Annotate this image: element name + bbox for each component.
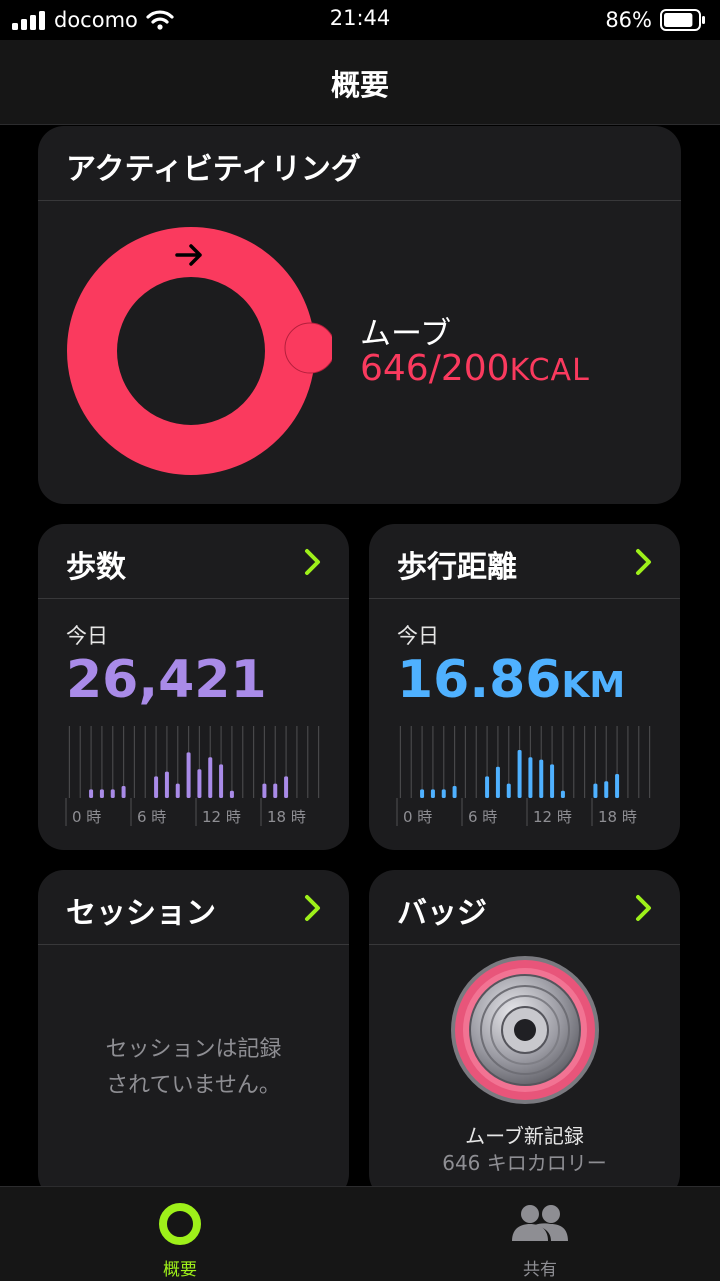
hour-bar [593,783,598,798]
hour-bar [284,776,289,798]
status-bar: docomo 21:44 86% [0,0,720,40]
move-ring [67,227,332,475]
today-label: 今日 [397,624,439,648]
hour-bar [229,790,234,798]
card-title: 歩数 [66,550,126,585]
chevron-right-icon[interactable] [632,546,656,578]
chevron-right-icon[interactable] [632,892,656,924]
hour-bar [219,764,224,798]
card-header: アクティビティリング [38,126,681,201]
hour-bar [615,774,620,798]
card-header: セッション [38,870,349,945]
hour-bar [164,771,169,798]
hour-bar [550,764,555,798]
hour-bar [154,776,159,798]
hour-bar [528,757,533,798]
steps-number: 26,421 [66,650,267,710]
card-title: 歩行距離 [397,550,517,585]
distance-value: 16.86KM [397,650,625,710]
hour-tick-label: 6 時 [468,808,497,826]
hour-tick-label: 12 時 [202,808,241,826]
move-record-badge-icon[interactable] [447,952,603,1108]
card-header: 歩行距離 [369,524,680,599]
tab-summary[interactable]: 概要 [0,1187,360,1281]
hour-tick-label: 18 時 [267,808,306,826]
navigation-bar: 概要 [0,40,720,125]
tab-label: 共有 [523,1260,557,1280]
steps-hourly-chart: 0 時 6 時 12 時 18 時 [65,726,320,826]
hour-bar [121,786,126,798]
hour-bar [110,789,115,798]
hour-bar [441,789,446,798]
card-header: 歩数 [38,524,349,599]
hour-bar [208,757,213,798]
hour-bar [175,783,180,798]
activity-ring-card[interactable]: アクティビティリング ムーブ 646/200KCAL [38,126,681,504]
hour-bar [89,789,94,798]
distance-hourly-chart: 0 時 6 時 12 時 18 時 [396,726,651,826]
hour-bar [560,790,565,798]
hour-tick-label: 18 時 [598,808,637,826]
distance-card[interactable]: 歩行距離 今日 16.86KM 0 時 6 時 12 時 18 時 [369,524,680,850]
hour-bar [452,786,457,798]
hour-bar [517,750,522,798]
move-calories: 646/200 [360,348,510,389]
page-title: 概要 [330,68,389,102]
hour-bar [539,759,544,798]
steps-value: 26,421 [66,650,267,710]
hour-bar [273,783,278,798]
move-label: ムーブ [360,316,452,352]
hour-bar [262,783,267,798]
ring-end-cap [284,322,332,374]
battery-percent: 86% [605,8,652,32]
move-unit: KCAL [509,353,590,388]
hour-tick-label: 0 時 [72,808,101,826]
hour-bar [197,769,202,798]
today-label: 今日 [66,624,108,648]
empty-line-2: されていません。 [106,1073,281,1098]
battery-icon [660,9,705,31]
hour-bar [99,789,104,798]
badge-name: ムーブ新記録 [465,1124,584,1148]
hour-bar [186,752,191,798]
sessions-card[interactable]: セッション セッションは記録 されていません。 [38,870,349,1200]
card-title: セッション [66,896,216,931]
steps-card[interactable]: 歩数 今日 26,421 0 時 6 時 12 時 18 時 [38,524,349,850]
tab-sharing[interactable]: 共有 [360,1187,720,1281]
hour-bar [495,766,500,798]
hour-bar [420,789,425,798]
move-value: 646/200KCAL [360,348,590,389]
card-title: アクティビティリング [66,152,361,187]
empty-sessions-message: セッションは記録 されていません。 [38,1032,349,1104]
hour-tick-label: 12 時 [533,808,572,826]
badges-card[interactable]: バッジ ムーブ新記録 646 キロカロリー [369,870,680,1200]
hour-bar [485,776,490,798]
distance-number: 16.86 [397,650,562,710]
distance-unit: KM [561,665,626,706]
chevron-right-icon[interactable] [301,892,325,924]
hour-tick-label: 0 時 [403,808,432,826]
people-icon [512,1205,568,1241]
hour-tick-label: 6 時 [137,808,166,826]
empty-line-1: セッションは記録 [105,1037,282,1062]
hour-bar [430,789,435,798]
status-right: 86% [605,6,706,34]
chevron-right-icon[interactable] [301,546,325,578]
tab-label: 概要 [163,1260,197,1280]
activity-ring-icon [159,1203,201,1245]
hour-bar [506,783,511,798]
tab-bar: 概要 共有 [0,1186,720,1281]
badge-detail: 646 キロカロリー [442,1151,607,1175]
card-header: バッジ [369,870,680,945]
card-title: バッジ [397,896,487,931]
hour-bar [604,781,609,798]
